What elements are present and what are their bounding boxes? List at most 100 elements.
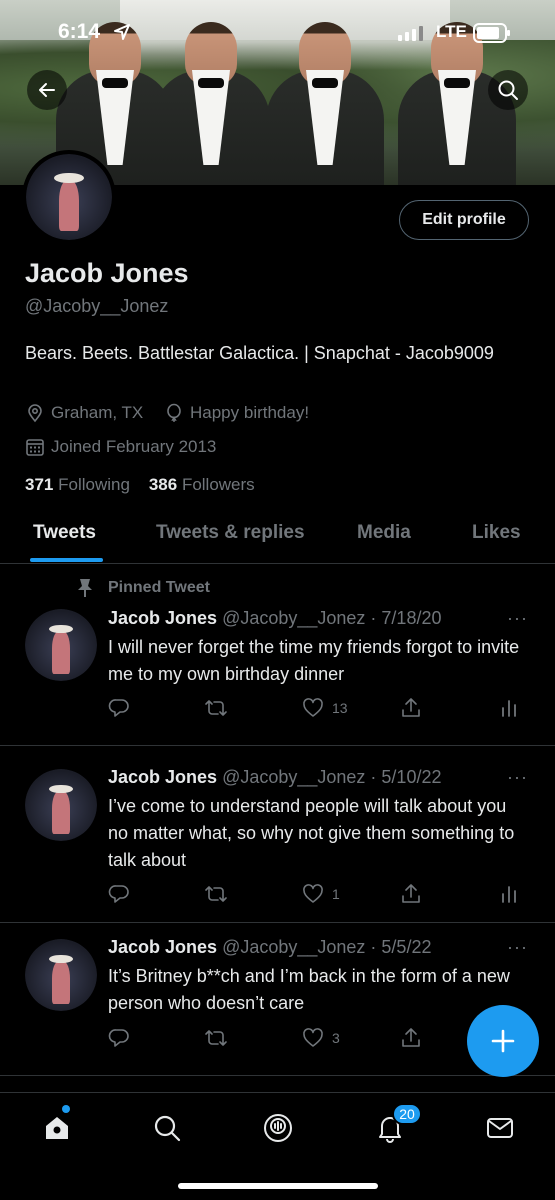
joined-text: Joined February 2013 (51, 437, 217, 456)
analytics-icon (502, 886, 516, 903)
banner-person (266, 22, 384, 185)
search-button[interactable] (488, 70, 528, 110)
profile-name: Jacob Jones (25, 258, 189, 288)
notifications-badge: 20 (392, 1103, 422, 1125)
tweet-more-button[interactable]: ··· (507, 608, 528, 629)
retweet-button[interactable] (204, 697, 228, 719)
share-icon (402, 884, 420, 903)
balloon-icon (167, 403, 181, 422)
tweet-text: I’ve come to understand people will talk… (108, 796, 515, 870)
location-arrow-icon (114, 24, 130, 40)
profile-bio: Bears. Beets. Battlestar Galactica. | Sn… (25, 343, 494, 363)
retweet-button[interactable] (204, 1027, 228, 1049)
home-icon (46, 1117, 68, 1139)
tweet-header: Jacob Jones @Jacoby__Jonez · 5/10/22 (108, 767, 441, 788)
status-time: 6:14 (58, 20, 101, 43)
reply-button[interactable] (108, 883, 130, 905)
battery-icon (473, 23, 510, 43)
retweet-icon (205, 1030, 227, 1046)
tab-likes[interactable]: Likes (472, 522, 521, 544)
tweet-actions: 13 (108, 697, 528, 721)
profile-birthday: Happy birthday! (164, 403, 309, 423)
banner-person (152, 22, 270, 185)
like-button[interactable]: 3 (302, 1027, 340, 1049)
network-label: LTE (436, 22, 467, 41)
tweet-author-name: Jacob Jones (108, 608, 218, 628)
birthday-text: Happy birthday! (190, 403, 310, 422)
nav-spaces[interactable] (261, 1111, 295, 1145)
reply-button[interactable] (108, 697, 130, 719)
back-arrow-icon (39, 83, 55, 97)
tweet-header: Jacob Jones @Jacoby__Jonez · 7/18/20 (108, 608, 441, 629)
analytics-button[interactable] (498, 883, 520, 905)
tab-tweets[interactable]: Tweets (33, 522, 96, 544)
profile-tabs: Tweets Tweets & replies Media Likes (0, 510, 555, 564)
tweet-text: It’s Britney b**ch and I’m back in the f… (108, 966, 510, 1013)
status-bar: 6:14 LTE (0, 0, 555, 60)
profile-avatar[interactable] (22, 150, 116, 244)
tab-tweets-replies[interactable]: Tweets & replies (156, 522, 305, 544)
tweet-avatar[interactable] (25, 609, 97, 681)
profile-joined: Joined February 2013 (25, 437, 216, 457)
tweet-more-button[interactable]: ··· (507, 767, 528, 788)
edit-profile-button[interactable]: Edit profile (399, 200, 529, 240)
like-count: 3 (332, 1030, 340, 1046)
follow-stats: 371 Following 386 Followers (25, 475, 255, 495)
signal-icon (398, 26, 423, 41)
share-button[interactable] (400, 1027, 422, 1049)
tab-media[interactable]: Media (357, 522, 411, 544)
heart-icon (303, 698, 323, 717)
profile-handle: @Jacoby__Jonez (25, 296, 169, 316)
tweet-author-name: Jacob Jones (108, 767, 218, 787)
home-notification-dot (62, 1105, 70, 1113)
tweet-avatar[interactable] (25, 769, 97, 841)
compose-tweet-button[interactable] (467, 1005, 539, 1077)
tweet-author-name: Jacob Jones (108, 937, 218, 957)
tweet-meta: @Jacoby__Jonez · 5/5/22 (222, 937, 432, 957)
following-label: Following (58, 475, 130, 494)
retweet-icon (205, 886, 227, 902)
reply-icon (108, 699, 129, 717)
like-button[interactable]: 13 (302, 697, 348, 719)
tweet-item[interactable]: Jacob Jones @Jacoby__Jonez · 7/18/20 ···… (0, 564, 555, 746)
profile-location: Graham, TX (25, 403, 143, 423)
plus-icon (491, 1029, 515, 1053)
tweet-avatar[interactable] (25, 939, 97, 1011)
followers-label: Followers (181, 475, 255, 494)
followers-link[interactable]: 386 Followers (149, 475, 255, 494)
nav-messages[interactable] (483, 1111, 517, 1145)
analytics-button[interactable] (498, 697, 520, 719)
search-icon (154, 1115, 181, 1142)
share-button[interactable] (400, 883, 422, 905)
calendar-icon (26, 439, 44, 456)
back-button[interactable] (27, 70, 67, 110)
home-indicator (178, 1183, 378, 1189)
spaces-icon (264, 1114, 292, 1142)
like-button[interactable]: 1 (302, 883, 340, 905)
active-tab-indicator (30, 558, 103, 562)
followers-count: 386 (148, 475, 178, 494)
tweet-text: I will never forget the time my friends … (108, 637, 520, 684)
location-pin-icon (28, 404, 42, 423)
like-count: 1 (332, 886, 340, 902)
tweet-more-button[interactable]: ··· (507, 937, 528, 958)
mail-icon (487, 1118, 513, 1138)
analytics-icon (502, 700, 516, 717)
reply-icon (108, 1029, 129, 1047)
nav-search[interactable] (150, 1111, 184, 1145)
tweet-actions: 1 (108, 883, 528, 907)
search-icon (498, 80, 518, 100)
tweet-meta: @Jacoby__Jonez · 7/18/20 (222, 608, 442, 628)
following-count: 371 (25, 475, 54, 494)
like-count: 13 (332, 700, 348, 716)
reply-button[interactable] (108, 1027, 130, 1049)
retweet-button[interactable] (204, 883, 228, 905)
heart-icon (303, 1028, 323, 1047)
tweet-actions: 3 (108, 1027, 528, 1051)
reply-icon (108, 885, 129, 903)
nav-home[interactable] (40, 1111, 74, 1145)
share-icon (402, 1028, 420, 1047)
following-link[interactable]: 371 Following (25, 475, 130, 494)
share-button[interactable] (400, 697, 422, 719)
tweet-item[interactable]: Jacob Jones @Jacoby__Jonez · 5/10/22 ···… (0, 746, 555, 923)
